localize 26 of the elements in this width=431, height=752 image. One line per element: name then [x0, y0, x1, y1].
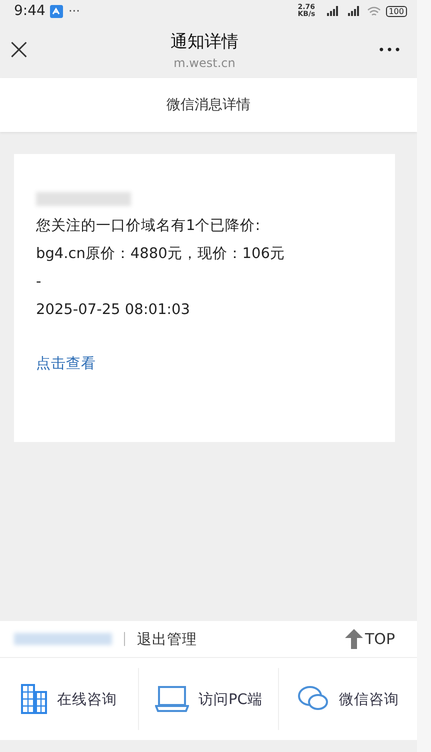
nav-button[interactable]: 访问PC端: [138, 668, 278, 730]
more-button[interactable]: •••: [375, 43, 405, 57]
nav-button[interactable]: 微信咨询: [278, 668, 417, 730]
message-line: 2025-07-25 08:01:03: [36, 301, 191, 320]
close-button[interactable]: ×: [4, 35, 34, 65]
wifi-icon: [366, 6, 381, 16]
window-title: 通知详情: [170, 31, 238, 53]
app-notification-icon: [50, 4, 64, 18]
page-url: m.west.cn: [174, 56, 236, 70]
signal-icon: [346, 6, 362, 16]
page-title-bar: 微信消息详情: [0, 78, 417, 132]
view-link[interactable]: 点击查看: [36, 354, 96, 373]
building-icon: [21, 684, 48, 714]
up-arrow-icon: [344, 629, 363, 649]
message-line: bg4.cn原价：4880元，现价：106元: [36, 245, 286, 264]
chat-icon: [296, 685, 329, 713]
message-line: -: [36, 273, 42, 292]
logout-link[interactable]: 退出管理: [137, 630, 197, 648]
status-more: ···: [68, 4, 80, 18]
nav-button[interactable]: 在线咨询: [0, 668, 138, 730]
message-line: 您关注的一口价域名有1个已降价:: [36, 217, 262, 236]
signal-icon: [324, 6, 341, 16]
laptop-icon: [154, 686, 189, 712]
back-to-top-button[interactable]: TOP: [344, 629, 395, 649]
status-time: 9:44: [14, 3, 46, 19]
battery-icon: 100: [386, 6, 407, 16]
